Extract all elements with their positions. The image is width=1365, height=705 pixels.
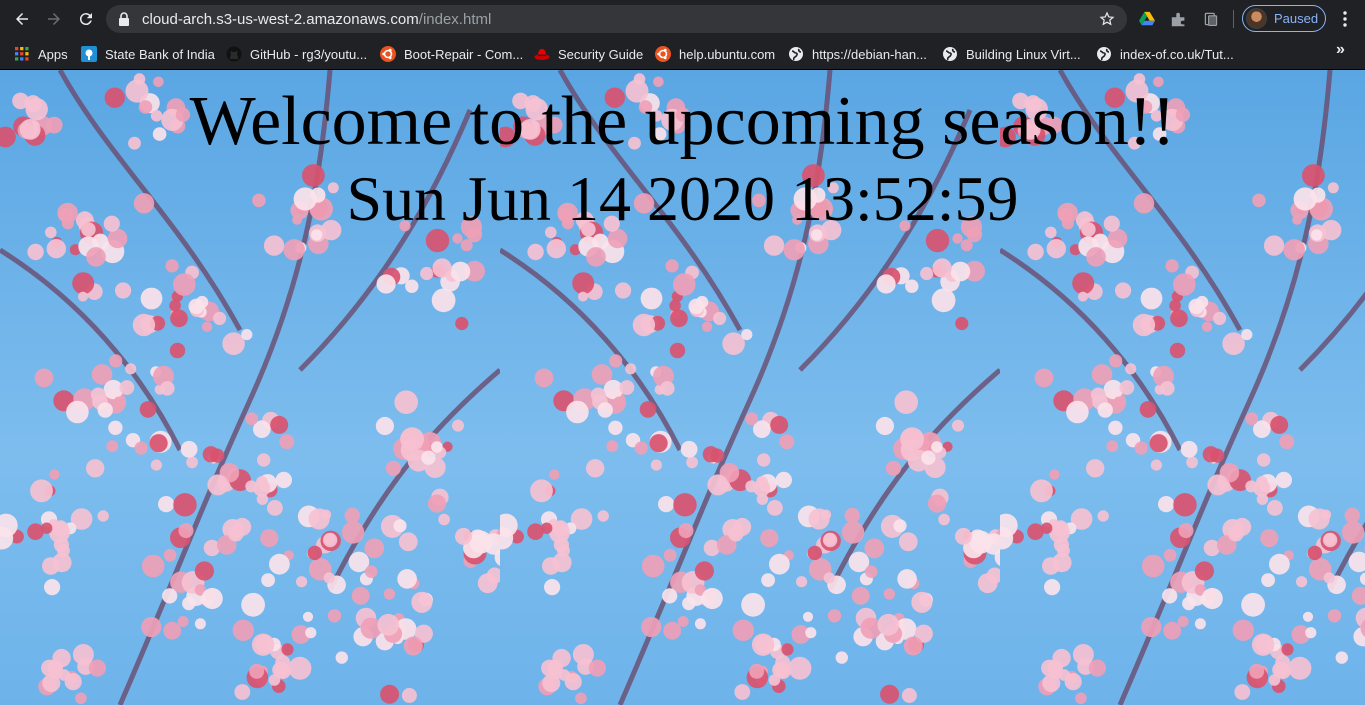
more-bookmarks-button[interactable]: » <box>1336 41 1345 59</box>
globe-icon <box>942 46 958 62</box>
bookmarks-bar: Apps State Bank of India GitHub - rg3/yo… <box>0 37 1365 70</box>
ubuntu-icon <box>655 46 671 62</box>
toolbar-divider <box>1233 10 1234 28</box>
redhat-icon <box>534 46 550 62</box>
bookmark-label: help.ubuntu.com <box>679 46 776 62</box>
sbi-icon <box>81 46 97 62</box>
bookmark-sbi[interactable]: State Bank of India <box>81 43 215 65</box>
back-button[interactable] <box>6 3 38 35</box>
bookmark-apps[interactable]: Apps <box>14 43 68 65</box>
github-icon <box>226 46 242 62</box>
url-path: /index.html <box>418 10 492 28</box>
bookmark-github[interactable]: GitHub - rg3/youtu... <box>226 43 367 65</box>
browser-toolbar: cloud-arch.s3-us-west-2.amazonaws.com/in… <box>0 0 1365 37</box>
bookmark-label: Building Linux Virt... <box>966 46 1081 62</box>
clipboard-extension-icon[interactable] <box>1201 9 1221 29</box>
page-viewport: Welcome to the upcoming season!! Sun Jun… <box>0 70 1365 705</box>
kebab-menu-icon[interactable] <box>1336 9 1354 29</box>
bookmark-label: https://debian-han... <box>812 46 927 62</box>
profile-button[interactable]: Paused <box>1242 5 1326 32</box>
bookmark-label: GitHub - rg3/youtu... <box>250 46 368 62</box>
avatar <box>1246 8 1267 29</box>
bookmark-label: Boot-Repair - Com... <box>404 46 524 62</box>
page-heading: Welcome to the upcoming season!! <box>189 83 1176 160</box>
arrow-left-icon <box>16 13 28 25</box>
bookmark-index-of[interactable]: index-of.co.uk/Tut... <box>1096 43 1234 65</box>
apps-grid-icon <box>14 46 30 62</box>
bookmark-debian-handbook[interactable]: https://debian-han... <box>788 43 927 65</box>
address-bar[interactable]: cloud-arch.s3-us-west-2.amazonaws.com/in… <box>106 5 1127 33</box>
bookmark-security-guide[interactable]: Security Guide <box>534 43 643 65</box>
lock-icon <box>118 12 132 26</box>
bookmark-boot-repair[interactable]: Boot-Repair - Com... <box>380 43 523 65</box>
bookmark-label: Security Guide <box>558 46 644 62</box>
google-drive-icon[interactable] <box>1137 9 1157 29</box>
bookmark-building-linux[interactable]: Building Linux Virt... <box>942 43 1081 65</box>
profile-status: Paused <box>1274 11 1319 26</box>
bookmark-star-icon[interactable] <box>1099 11 1115 27</box>
url-text: cloud-arch.s3-us-west-2.amazonaws.com/in… <box>142 11 491 28</box>
url-host: cloud-arch.s3-us-west-2.amazonaws.com <box>142 10 419 28</box>
ubuntu-icon <box>380 46 396 62</box>
arrow-right-icon <box>48 13 60 25</box>
bookmark-help-ubuntu[interactable]: help.ubuntu.com <box>655 43 775 65</box>
bookmark-label: State Bank of India <box>105 46 215 62</box>
reload-button[interactable] <box>70 3 102 35</box>
forward-button[interactable] <box>38 3 70 35</box>
extension-puzzle-icon[interactable] <box>1169 9 1189 29</box>
globe-icon <box>788 46 804 62</box>
bookmark-label: Apps <box>38 46 68 62</box>
globe-icon <box>1096 46 1112 62</box>
date-time-clock: Sun Jun 14 2020 13:52:59 <box>346 163 1019 234</box>
bookmark-label: index-of.co.uk/Tut... <box>1120 46 1234 62</box>
reload-icon <box>79 13 92 26</box>
